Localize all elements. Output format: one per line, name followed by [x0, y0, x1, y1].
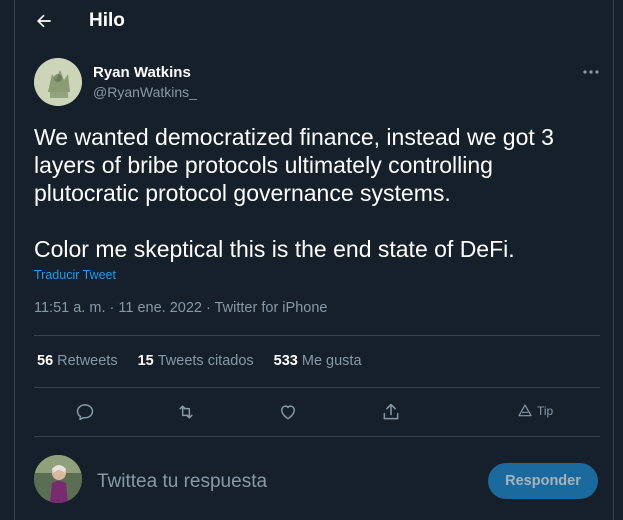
author-avatar[interactable]: [34, 58, 82, 106]
tweet-actions-bar: Tip: [15, 394, 613, 430]
tweet-date[interactable]: 11 ene. 2022: [118, 300, 202, 316]
retweets-label: Retweets: [57, 353, 118, 369]
tweet-text: We wanted democratized finance, instead …: [34, 124, 554, 262]
likes-count: 533: [273, 353, 298, 369]
avatar-image: [34, 455, 82, 503]
tip-label: Tip: [537, 404, 554, 418]
reply-input[interactable]: [95, 466, 479, 498]
retweets-stat[interactable]: 56 Retweets: [37, 353, 118, 369]
meta-separator: ·: [206, 300, 211, 316]
like-button[interactable]: [274, 398, 302, 426]
divider: [34, 387, 600, 388]
likes-label: Me gusta: [301, 353, 362, 369]
tweet-time[interactable]: 11:51 a. m.: [34, 300, 105, 316]
reply-button[interactable]: [71, 398, 99, 426]
more-dots-icon: [583, 70, 599, 74]
tip-button[interactable]: Tip: [517, 403, 553, 419]
share-button[interactable]: [377, 398, 405, 426]
back-button[interactable]: [29, 6, 59, 36]
more-options-button[interactable]: [581, 64, 601, 80]
quote-tweets-label: Tweets citados: [157, 353, 254, 369]
avatar-image: [34, 58, 82, 106]
translate-tweet-link[interactable]: Traducir Tweet: [34, 268, 116, 282]
divider: [34, 436, 600, 437]
author-handle[interactable]: @RyanWatkins_: [93, 84, 197, 100]
retweets-count: 56: [37, 353, 54, 369]
quote-tweets-stat[interactable]: 15 Tweets citados: [138, 353, 254, 369]
tweet-metadata: 11:51 a. m. · 11 ene. 2022 · Twitter for…: [34, 300, 327, 316]
page-title: Hilo: [89, 10, 125, 31]
tweet-stats: 56 Retweets 15 Tweets citados 533 Me gusta: [37, 353, 362, 369]
retweet-button[interactable]: [172, 398, 200, 426]
reply-submit-button[interactable]: Responder: [488, 463, 598, 499]
author-name[interactable]: Ryan Watkins: [93, 64, 191, 81]
tip-icon: [518, 404, 532, 417]
share-icon: [383, 403, 399, 420]
page-header: Hilo: [15, 0, 613, 42]
thread-column: Hilo Ryan Watkins @RyanWatkins_ We wante…: [14, 0, 614, 520]
quote-tweets-count: 15: [137, 353, 154, 369]
meta-separator: ·: [109, 300, 115, 316]
retweet-icon: [179, 405, 193, 419]
tweet-source[interactable]: Twitter for iPhone: [215, 300, 328, 316]
reply-icon: [76, 404, 94, 421]
likes-stat[interactable]: 533 Me gusta: [274, 353, 362, 369]
arrow-left-icon: [37, 14, 51, 28]
user-avatar[interactable]: [34, 455, 82, 503]
heart-icon: [281, 405, 295, 420]
divider: [34, 335, 600, 336]
